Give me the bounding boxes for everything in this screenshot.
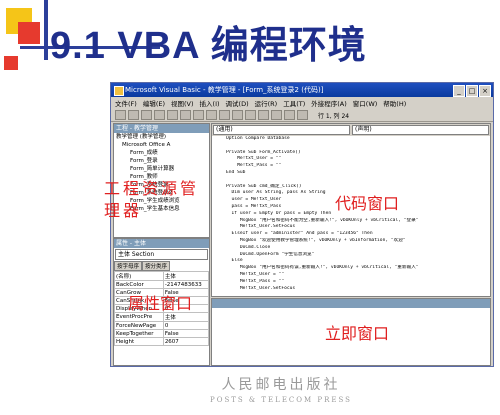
window-titlebar[interactable]: Microsoft Visual Basic - 教学管理 - [Form_系统… (111, 83, 493, 97)
menu-run[interactable]: 运行(R) (255, 98, 278, 108)
property-row[interactable]: (名称) 主体 (114, 271, 209, 281)
tree-item[interactable]: Form_成绩 (116, 149, 209, 157)
menu-view[interactable]: 视图(V) (171, 98, 194, 108)
tree-item[interactable]: Microsoft Office A (116, 141, 209, 149)
toolbar: 行 1, 列 24 (111, 109, 493, 122)
save-icon[interactable] (141, 110, 152, 120)
menu-window[interactable]: 窗口(W) (353, 98, 378, 108)
reset-icon[interactable] (258, 110, 269, 120)
code-line: MsgBox "用户名和密码有误,重新输入!", vbOKOnly + vbCr… (226, 265, 419, 271)
code-line: DoCmd.Close (226, 244, 271, 250)
redo-icon[interactable] (219, 110, 230, 120)
property-name: Height (114, 337, 164, 346)
view-access-icon[interactable] (115, 110, 126, 120)
minimize-button[interactable]: _ (453, 85, 465, 97)
procedure-combo[interactable]: (声明) (352, 125, 489, 135)
annotation-properties: 属性窗口 (128, 294, 193, 313)
menu-bar: 文件(F) 编辑(E) 视图(V) 插入(I) 调试(D) 运行(R) 工具(T… (111, 97, 493, 109)
property-name: BackColor (114, 280, 164, 289)
tree-item[interactable]: Form_简单计算器 (116, 165, 209, 173)
project-explorer-icon[interactable] (284, 110, 295, 120)
code-line: Me!txt_User.SetFocus (226, 285, 296, 291)
code-line: Me!txt_Pass = "" (226, 278, 285, 284)
menu-tools[interactable]: 工具(T) (283, 98, 305, 108)
code-editor[interactable]: Option Compare Database Private Sub Form… (212, 136, 490, 292)
menu-file[interactable]: 文件(F) (115, 98, 137, 108)
menu-debug[interactable]: 调试(D) (226, 98, 249, 108)
menu-edit[interactable]: 编辑(E) (143, 98, 165, 108)
vbe-window: Microsoft Visual Basic - 教学管理 - [Form_系统… (110, 82, 494, 367)
menu-help[interactable]: 帮助(H) (383, 98, 406, 108)
tree-item[interactable]: 教学管理 (教学管理) (116, 133, 209, 141)
properties-icon[interactable] (297, 110, 308, 120)
close-button[interactable]: × (479, 85, 491, 97)
tree-item[interactable]: Form_登录 (116, 157, 209, 165)
break-icon[interactable] (245, 110, 256, 120)
property-name: (名称) (114, 271, 164, 281)
copy-icon[interactable] (167, 110, 178, 120)
property-value[interactable]: False (162, 329, 209, 338)
immediate-pane-header (212, 299, 490, 308)
property-value[interactable]: -2147483633 (162, 280, 209, 289)
find-icon[interactable] (193, 110, 204, 120)
deco-red-square (18, 22, 40, 44)
property-value[interactable]: 2607 (162, 337, 209, 346)
insert-module-icon[interactable] (128, 110, 139, 120)
object-selector[interactable]: 主体 Section (115, 249, 208, 260)
menu-addins[interactable]: 外接程序(A) (311, 98, 347, 108)
property-row[interactable]: Height 2607 (114, 337, 209, 346)
code-line: End Sub (226, 169, 246, 175)
code-line: Me!txt_User = "" (226, 271, 285, 277)
cursor-position: 行 1, 列 24 (318, 112, 350, 120)
cut-icon[interactable] (154, 110, 165, 120)
code-line: Else (226, 258, 243, 264)
code-line: DoCmd.OpenForm "学生信息浏览" (226, 251, 315, 257)
publisher-name-cn: 人民邮电出版社 (221, 377, 341, 393)
publisher-name-en: POSTS & TELECOM PRESS (210, 396, 352, 404)
window-title: Microsoft Visual Basic - 教学管理 - [Form_系统… (125, 86, 324, 94)
code-line: Me!txt_User = "" (226, 156, 282, 162)
property-value[interactable]: 主体 (162, 271, 209, 281)
code-line: Option Compare Database (226, 136, 290, 141)
menu-insert[interactable]: 插入(I) (200, 98, 220, 108)
deco-blue-bar (44, 0, 48, 60)
code-line: MsgBox "欢迎使用教学管理系统!", vbOKOnly + vbInfor… (226, 237, 406, 243)
code-line: ElseIf user = "administer" And pass = "1… (226, 231, 373, 237)
annotation-immediate: 立即窗口 (325, 324, 390, 343)
property-row[interactable]: KeepTogether False (114, 329, 209, 338)
code-line: Private Sub Form_Activate() (226, 149, 301, 155)
object-combo[interactable]: (通用) (213, 125, 350, 135)
property-value[interactable]: 0 (162, 321, 209, 330)
property-name: ForceNewPage (114, 321, 164, 330)
run-icon[interactable] (232, 110, 243, 120)
publisher-logo: 人民邮电出版社 POSTS & TELECOM PRESS (210, 374, 352, 404)
deco-red-square (4, 56, 18, 70)
code-line: Me!txt_Pass = "" (226, 163, 282, 169)
annotation-code: 代码窗口 (335, 194, 400, 213)
annotation-project: 工程资源管理器 (104, 179, 200, 220)
property-row[interactable]: BackColor -2147483633 (114, 280, 209, 289)
paste-icon[interactable] (180, 110, 191, 120)
design-mode-icon[interactable] (271, 110, 282, 120)
project-pane-title: 工程 - 教学管理 (114, 124, 209, 133)
properties-pane-title: 属性 - 主体 (114, 239, 209, 248)
code-line: MsgBox "用户名和密码不能为空,重新输入!", vbOKOnly + vb… (226, 217, 419, 223)
tab-categorized[interactable]: 按分类序 (142, 261, 171, 271)
property-row[interactable]: ForceNewPage 0 (114, 321, 209, 330)
app-icon (114, 86, 124, 96)
slide-title: 9.1 VBA 编程环境 (50, 25, 367, 67)
maximize-button[interactable]: □ (466, 85, 478, 97)
undo-icon[interactable] (206, 110, 217, 120)
property-name: KeepTogether (114, 329, 164, 338)
code-line: Me!txt_User.SetFocus (226, 224, 296, 230)
tab-alphabetic[interactable]: 按字母序 (114, 261, 143, 271)
